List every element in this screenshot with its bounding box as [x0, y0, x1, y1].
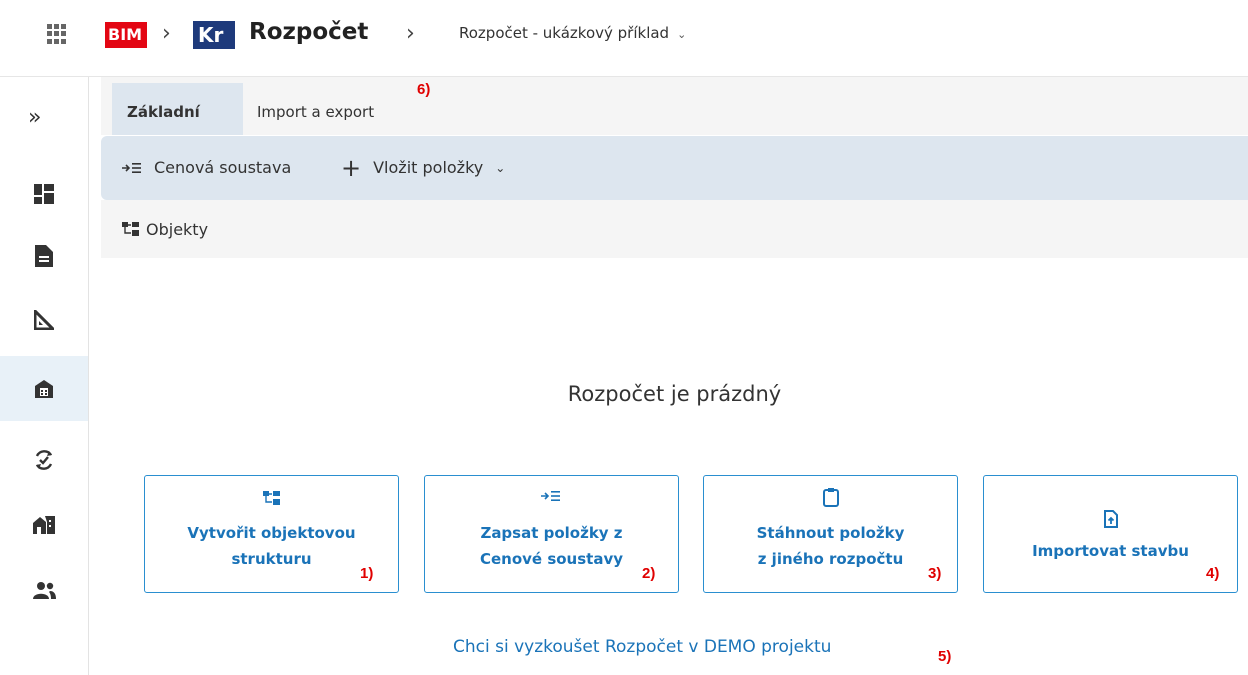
object-tree-icon	[262, 491, 280, 505]
breadcrumb-chevron-icon: ›	[406, 21, 415, 46]
project-selector[interactable]: Rozpočet - ukázkový příklad ⌄	[459, 24, 686, 42]
users-icon	[33, 582, 56, 599]
objects-button[interactable]: Objekty	[122, 200, 208, 258]
top-bar: BIM › Kr Rozpočet › Rozpočet - ukázkový …	[0, 0, 1248, 77]
sidebar-item-documents[interactable]	[0, 225, 88, 287]
empty-state-title: Rozpočet je prázdný	[567, 382, 782, 406]
price-system-label: Cenová soustava	[154, 158, 292, 177]
sidebar-item-dashboard[interactable]	[0, 163, 88, 225]
project-name: Rozpočet - ukázkový příklad	[459, 24, 670, 42]
download-items-from-other-budget-card[interactable]: Stáhnout položky z jiného rozpočtu 3)	[703, 475, 958, 593]
sidebar-item-buildings[interactable]	[0, 493, 88, 555]
annotation-marker: 5)	[938, 648, 952, 665]
insert-items-button[interactable]: + Vložit položky ⌄	[341, 136, 505, 200]
cycle-check-icon	[35, 450, 53, 470]
bim-logo[interactable]: BIM	[105, 22, 147, 48]
card-label-line: Vytvořit objektovou	[187, 524, 356, 542]
toolbar: Cenová soustava + Vložit položky ⌄	[101, 136, 1248, 200]
expand-sidebar-icon[interactable]: »	[28, 105, 41, 130]
annotation-marker: 1)	[360, 565, 374, 582]
file-upload-icon	[1103, 510, 1118, 528]
chevron-down-icon: ⌄	[495, 161, 506, 175]
import-building-card[interactable]: Importovat stavbu 4)	[983, 475, 1238, 593]
card-label-line: strukturu	[231, 550, 312, 568]
buildings-icon	[33, 516, 55, 534]
create-object-structure-card[interactable]: Vytvořit objektovou strukturu 1)	[144, 475, 399, 593]
set-square-icon	[34, 310, 54, 330]
price-system-button[interactable]: Cenová soustava	[122, 136, 291, 200]
tab-import-export[interactable]: Import a export	[242, 83, 389, 135]
plus-icon: +	[341, 154, 362, 182]
card-label-line: Zapsat položky z	[480, 524, 623, 542]
objects-label: Objekty	[146, 219, 209, 239]
annotation-marker: 2)	[642, 565, 656, 582]
tab-basic[interactable]: Základní	[112, 83, 243, 135]
breadcrumb-chevron-icon: ›	[162, 21, 171, 46]
app-title: Rozpočet	[249, 19, 369, 45]
tab-bar: Základní Import a export 6)	[101, 77, 1248, 135]
budget-building-icon	[35, 379, 53, 398]
apps-grid-icon[interactable]	[47, 24, 67, 44]
object-tree-icon	[122, 222, 139, 236]
insert-lines-icon	[540, 491, 560, 501]
sidebar-item-measurement[interactable]	[0, 289, 88, 351]
sidebar-item-users[interactable]	[0, 559, 88, 621]
insert-items-label: Vložit položky	[373, 158, 484, 177]
annotation-marker: 4)	[1206, 565, 1220, 582]
sidebar-item-budget[interactable]	[0, 356, 88, 421]
kros-logo[interactable]: Kr	[193, 21, 235, 49]
annotation-marker: 6)	[417, 81, 431, 98]
demo-project-link[interactable]: Chci si vyzkoušet Rozpočet v DEMO projek…	[453, 637, 831, 657]
objects-bar: Objekty	[101, 200, 1248, 258]
main-content: Základní Import a export 6) Cenová soust…	[101, 77, 1248, 675]
card-label-line: Importovat stavbu	[1032, 542, 1189, 560]
sidebar: »	[0, 77, 89, 675]
insert-lines-icon	[122, 163, 141, 173]
chevron-down-icon: ⌄	[677, 28, 687, 41]
card-label-line: z jiného rozpočtu	[757, 550, 904, 568]
dashboard-icon	[34, 184, 54, 204]
sidebar-item-schedule[interactable]	[0, 429, 88, 491]
card-label-line: Stáhnout položky	[756, 524, 905, 542]
card-label-line: Cenové soustavy	[479, 550, 624, 568]
clipboard-icon	[822, 488, 839, 507]
enter-items-from-price-system-card[interactable]: Zapsat položky z Cenové soustavy 2)	[424, 475, 679, 593]
annotation-marker: 3)	[928, 565, 942, 582]
document-icon	[35, 245, 53, 267]
